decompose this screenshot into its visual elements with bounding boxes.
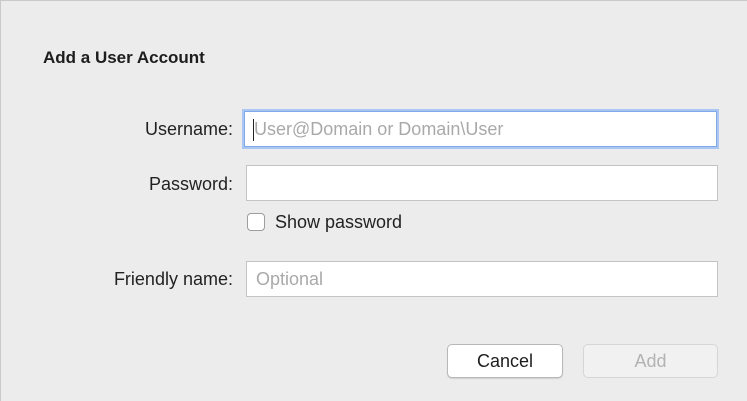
add-button[interactable]: Add [583,344,718,378]
username-placeholder: User@Domain or Domain\User [254,119,504,139]
password-label: Password: [148,174,233,194]
add-user-account-dialog: Add a User Account Username: User@Domain… [0,0,747,401]
cancel-button[interactable]: Cancel [447,344,563,378]
username-label: Username: [144,119,233,139]
username-field[interactable]: User@Domain or Domain\User [244,111,717,147]
friendly-name-field[interactable]: Optional [246,261,718,297]
show-password-checkbox[interactable] [247,213,265,231]
friendly-name-label: Friendly name: [113,269,233,289]
show-password-label: Show password [275,211,403,232]
dialog-title: Add a User Account [43,48,205,67]
password-field[interactable] [246,165,718,201]
text-caret [253,119,254,141]
friendly-name-placeholder: Optional [256,269,324,289]
show-password-checkbox-row[interactable]: Show password [247,209,402,235]
